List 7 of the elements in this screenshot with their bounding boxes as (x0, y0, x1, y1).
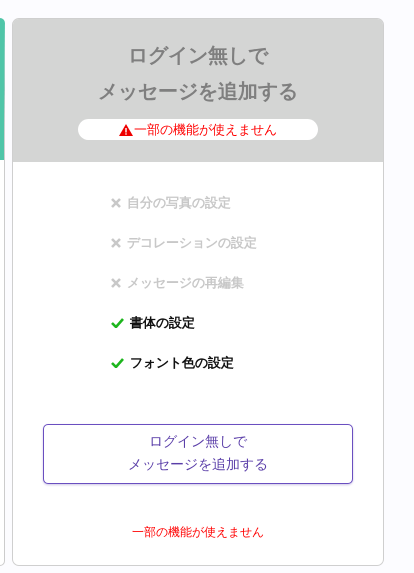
card-title: ログイン無しで メッセージを追加する (98, 42, 298, 105)
feature-label: フォント色の設定 (130, 354, 234, 372)
warning-text: 一部の機能が使えません (134, 122, 277, 138)
add-message-button[interactable]: ログイン無しで メッセージを追加する (43, 424, 353, 484)
warning-icon (119, 124, 133, 136)
feature-label: 書体の設定 (130, 314, 195, 332)
warning-note: 一部の機能が使えません (132, 524, 264, 541)
